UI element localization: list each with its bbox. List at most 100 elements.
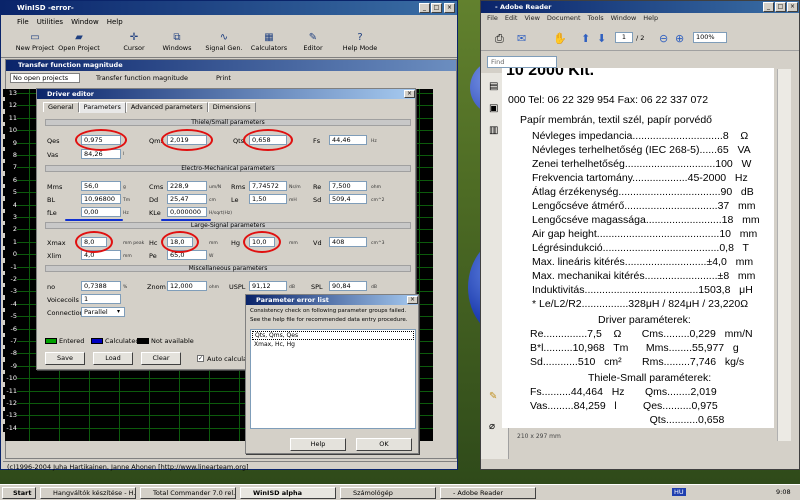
- windows-button[interactable]: ⧉ Windows: [159, 32, 195, 56]
- hand-tool-icon[interactable]: ✋: [553, 32, 567, 45]
- menu-window[interactable]: Window: [71, 16, 99, 28]
- folder-icon: ▰: [75, 32, 83, 43]
- minimize-button[interactable]: _: [419, 3, 430, 13]
- menu-document[interactable]: Document: [547, 14, 581, 22]
- minimize-button[interactable]: _: [763, 2, 774, 12]
- tab-parameters[interactable]: Parameters: [78, 102, 126, 113]
- language-indicator[interactable]: HU: [672, 488, 686, 496]
- bookmarks-icon[interactable]: ▣: [489, 103, 498, 114]
- save-button[interactable]: Save: [45, 352, 85, 365]
- clear-button[interactable]: Clear: [141, 352, 181, 365]
- zoom-out-icon[interactable]: ⊖: [659, 32, 668, 45]
- list-item[interactable]: Qts, Qms, Qes: [252, 331, 414, 340]
- layers-icon[interactable]: ▥: [489, 125, 498, 136]
- y-tick: -5: [3, 312, 17, 321]
- list-item[interactable]: Xmax, Hc, Hg: [252, 341, 414, 348]
- close-button[interactable]: ×: [404, 90, 415, 98]
- dd-label: Dd: [149, 196, 159, 204]
- new-project-button[interactable]: ▭ New Project: [15, 32, 55, 56]
- tab-strip: General Parameters Advanced parameters D…: [43, 102, 256, 113]
- comments-icon[interactable]: ✎: [489, 391, 497, 402]
- tab-general[interactable]: General: [43, 102, 79, 112]
- page-number-input[interactable]: 1: [615, 32, 633, 43]
- le-field[interactable]: 1,50: [249, 194, 287, 204]
- rms-unit: Ns/m: [289, 185, 301, 190]
- editor-button[interactable]: ✎ Editor: [299, 32, 327, 56]
- menu-file[interactable]: File: [487, 14, 498, 22]
- help-button[interactable]: Help: [290, 438, 346, 451]
- uspl-field[interactable]: 91,12: [249, 281, 287, 291]
- menu-file[interactable]: File: [17, 16, 29, 28]
- vertical-scrollbar[interactable]: [777, 69, 791, 441]
- maximize-button[interactable]: □: [775, 2, 786, 12]
- signal-gen-button[interactable]: ∿ Signal Gen.: [204, 32, 244, 56]
- spl-field[interactable]: 90,84: [329, 281, 367, 291]
- uspl-unit: dB: [289, 285, 295, 290]
- project-select[interactable]: No open projects: [10, 73, 80, 83]
- chevron-down-icon: ▾: [117, 308, 121, 315]
- taskbar-item[interactable]: - Adobe Reader: [440, 487, 536, 499]
- rms-field[interactable]: 7,74572: [249, 181, 287, 191]
- vas-label: Vas: [47, 151, 59, 159]
- close-button[interactable]: ×: [787, 2, 798, 12]
- menu-edit[interactable]: Edit: [505, 14, 518, 22]
- bl-field[interactable]: 10,96800: [81, 194, 121, 204]
- menu-help[interactable]: Help: [643, 14, 658, 22]
- menu-help[interactable]: Help: [107, 16, 123, 28]
- sd-field[interactable]: 509,4: [329, 194, 367, 204]
- auto-calculate-checkbox[interactable]: ✓: [197, 355, 204, 362]
- start-button[interactable]: Start: [2, 487, 36, 499]
- find-input[interactable]: Find: [487, 56, 557, 68]
- load-button[interactable]: Load: [93, 352, 133, 365]
- open-project-button[interactable]: ▰ Open Project: [57, 32, 101, 56]
- maximize-button[interactable]: □: [431, 3, 442, 13]
- print-button[interactable]: Print: [216, 73, 231, 83]
- ok-button[interactable]: OK: [356, 438, 412, 451]
- dd-field[interactable]: 25,47: [167, 194, 207, 204]
- cursor-button[interactable]: ✛ Cursor: [119, 32, 149, 56]
- doc-line: Átlag érzékenység.......................…: [532, 186, 754, 198]
- error-list[interactable]: Qts, Qms, Qes Xmax, Hc, Hg: [250, 329, 416, 429]
- pages-icon[interactable]: ▤: [489, 81, 498, 92]
- cursor-icon: ✛: [129, 32, 139, 43]
- znom-field[interactable]: 12,000: [167, 281, 207, 291]
- print-icon[interactable]: ⎙: [495, 32, 504, 46]
- hc-label: Hc: [149, 239, 158, 247]
- help-mode-button[interactable]: ? Help Mode: [341, 32, 379, 56]
- arrow-up-icon[interactable]: ⬆: [581, 32, 590, 45]
- tab-advanced-parameters[interactable]: Advanced parameters: [125, 102, 208, 112]
- zoom-in-icon[interactable]: ⊕: [675, 32, 684, 45]
- annotation-circle: [243, 129, 293, 151]
- bl-unit: Tm: [123, 198, 131, 203]
- menu-window[interactable]: Window: [611, 14, 637, 22]
- re-field[interactable]: 7,500: [329, 181, 367, 191]
- vd-field[interactable]: 408: [329, 237, 367, 247]
- y-tick: -2: [3, 275, 17, 283]
- y-tick: -1: [3, 262, 17, 271]
- fs-field[interactable]: 44,46: [329, 135, 367, 145]
- menu-tools[interactable]: Tools: [588, 14, 604, 22]
- taskbar-item[interactable]: Total Commander 7.0 rel...: [140, 487, 236, 499]
- kle-field[interactable]: 0,000000: [167, 207, 207, 217]
- attachment-icon[interactable]: ⌀: [489, 421, 495, 432]
- taskbar-item[interactable]: Számológép: [340, 487, 436, 499]
- legend-calculated-swatch: [91, 338, 103, 344]
- voicecoils-field[interactable]: 1: [81, 294, 121, 304]
- tab-dimensions[interactable]: Dimensions: [207, 102, 256, 112]
- arrow-down-icon[interactable]: ⬇: [597, 32, 606, 45]
- taskbar-item-active[interactable]: WinISD alpha: [240, 487, 336, 499]
- close-button[interactable]: ×: [444, 3, 455, 13]
- graph-type-select[interactable]: Transfer function magnitude: [96, 73, 188, 83]
- menu-utilities[interactable]: Utilities: [37, 16, 63, 28]
- email-icon[interactable]: ✉: [517, 32, 526, 45]
- taskbar-item[interactable]: Hangváltók készítése - H...: [40, 487, 136, 499]
- no-field[interactable]: 0,7388: [81, 281, 121, 291]
- zoom-select[interactable]: 100%: [693, 32, 727, 43]
- close-button[interactable]: ×: [407, 296, 418, 304]
- y-tick: -6: [3, 324, 17, 333]
- mms-field[interactable]: 56,0: [81, 181, 121, 191]
- menu-view[interactable]: View: [524, 14, 539, 22]
- fle-field[interactable]: 0,00: [81, 207, 121, 217]
- calculators-button[interactable]: ▦ Calculators: [249, 32, 289, 56]
- cms-field[interactable]: 228,9: [167, 181, 207, 191]
